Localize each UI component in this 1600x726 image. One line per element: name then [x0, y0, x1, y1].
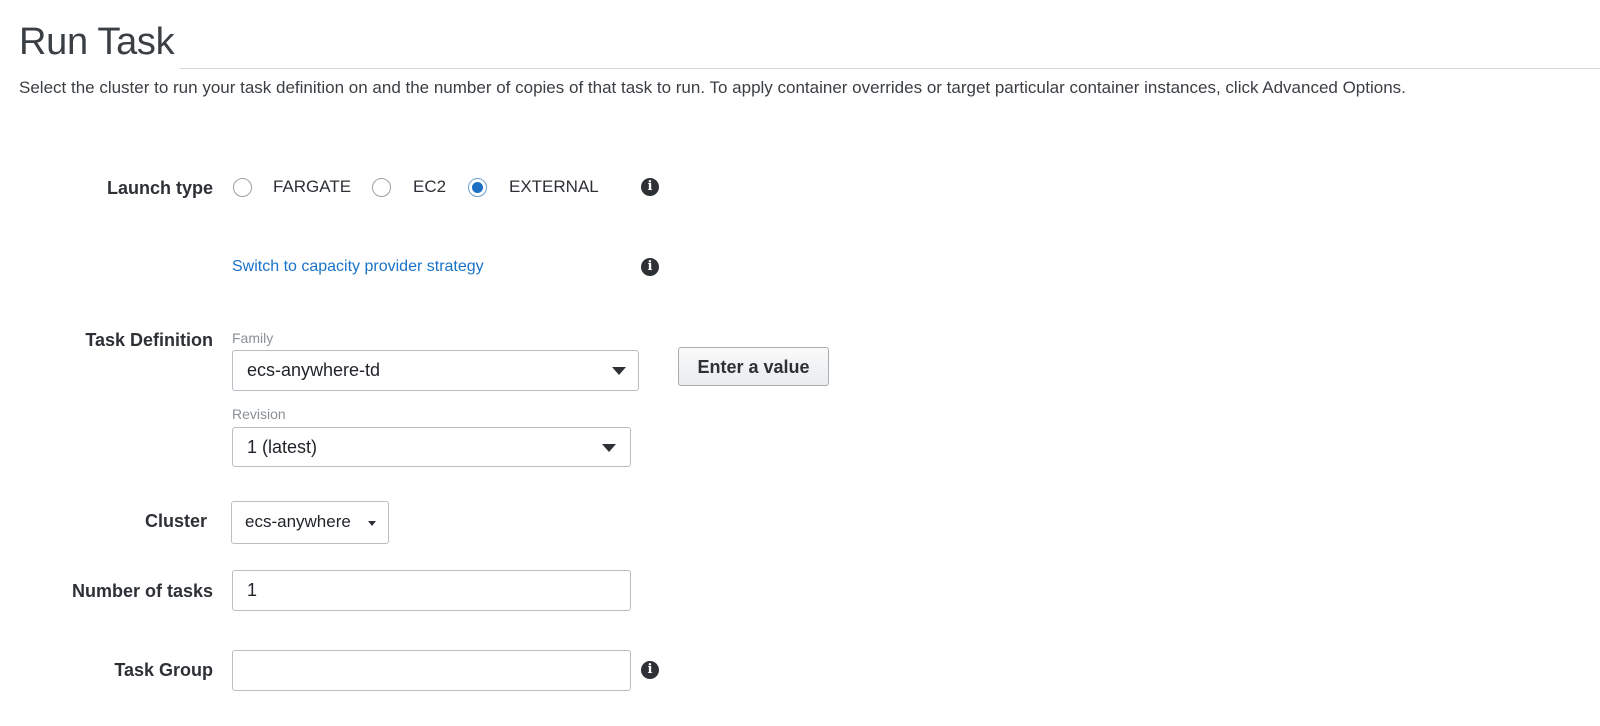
- family-select[interactable]: ecs-anywhere-td: [232, 350, 639, 391]
- page-description: Select the cluster to run your task defi…: [19, 78, 1406, 97]
- revision-select[interactable]: 1 (latest): [232, 427, 631, 467]
- cluster-label: Cluster: [144, 511, 207, 531]
- number-of-tasks-label: Number of tasks: [71, 581, 213, 601]
- number-of-tasks-input[interactable]: [232, 570, 631, 611]
- task-group-label: Task Group: [114, 660, 213, 680]
- task-definition-label: Task Definition: [85, 330, 213, 350]
- chevron-down-icon: [612, 367, 626, 375]
- chevron-down-icon: [368, 521, 376, 526]
- cluster-dropdown[interactable]: ecs-anywhere: [231, 501, 389, 544]
- family-select-value: ecs-anywhere-td: [247, 360, 381, 380]
- info-icon[interactable]: i: [641, 178, 659, 196]
- info-icon[interactable]: i: [641, 258, 659, 276]
- radio-external-label[interactable]: EXTERNAL: [509, 176, 599, 198]
- radio-ec2[interactable]: [372, 178, 391, 197]
- revision-select-value: 1 (latest): [247, 437, 318, 457]
- info-icon[interactable]: i: [641, 661, 659, 679]
- page-title: Run Task: [19, 21, 175, 63]
- task-group-input[interactable]: [232, 650, 631, 691]
- radio-fargate-label[interactable]: FARGATE: [273, 176, 351, 198]
- chevron-down-icon: [602, 444, 616, 452]
- title-divider: [180, 68, 1600, 69]
- revision-caption: Revision: [232, 406, 286, 422]
- cluster-dropdown-value: ecs-anywhere: [245, 512, 351, 531]
- family-caption: Family: [232, 330, 274, 346]
- radio-ec2-label[interactable]: EC2: [413, 176, 446, 198]
- launch-type-label: Launch type: [106, 178, 213, 198]
- radio-external[interactable]: [468, 178, 487, 197]
- enter-a-value-button[interactable]: Enter a value: [678, 347, 829, 386]
- capacity-provider-strategy-link[interactable]: Switch to capacity provider strategy: [232, 256, 484, 278]
- radio-fargate[interactable]: [233, 178, 252, 197]
